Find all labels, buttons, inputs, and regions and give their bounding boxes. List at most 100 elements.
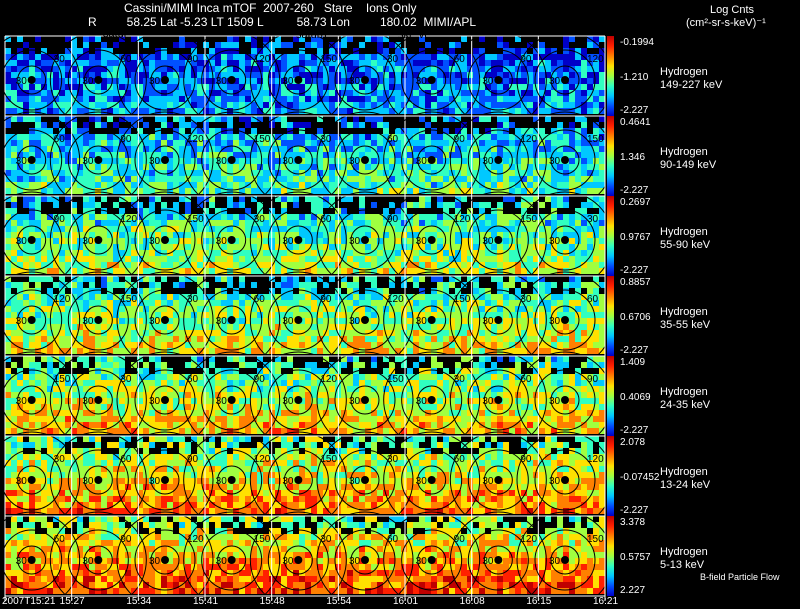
ring-label: 30: [149, 316, 161, 327]
heatmap-cell: [143, 348, 149, 354]
heatmap-cell: [563, 362, 569, 368]
heatmap-cell: [41, 250, 47, 256]
heatmap-cell: [101, 134, 107, 140]
heatmap-cell: [545, 196, 551, 202]
heatmap-cell: [479, 348, 485, 354]
heatmap-cell: [167, 176, 173, 182]
heatmap-cell: [587, 238, 593, 244]
heatmap-cell: [503, 300, 509, 306]
heatmap-cell: [503, 294, 509, 300]
heatmap-cell: [209, 202, 215, 208]
heatmap-cell: [77, 108, 83, 114]
planet-marker: [361, 316, 369, 324]
heatmap-cell: [161, 122, 167, 128]
heatmap-cell: [563, 134, 569, 140]
heatmap-cell: [119, 312, 125, 318]
planet-marker: [161, 76, 169, 84]
heatmap-cell: [377, 220, 383, 226]
heatmap-cell: [239, 78, 245, 84]
heatmap-cell: [593, 96, 599, 102]
heatmap-cell: [113, 268, 119, 274]
heatmap-cell: [479, 36, 485, 42]
heatmap-cell: [569, 318, 575, 324]
heatmap-cell: [287, 134, 293, 140]
heatmap-cell: [191, 96, 197, 102]
heatmap-cell: [431, 54, 437, 60]
heatmap-cell: [113, 42, 119, 48]
heatmap-cell: [503, 140, 509, 146]
heatmap-cell: [29, 368, 35, 374]
heatmap-cell: [143, 268, 149, 274]
heatmap-cell: [347, 306, 353, 312]
heatmap-cell: [203, 84, 209, 90]
heatmap-cell: [581, 84, 587, 90]
heatmap-cell: [539, 202, 545, 208]
heatmap-cell: [437, 318, 443, 324]
heatmap-cell: [47, 324, 53, 330]
energy-row: 3060309030120301503030306030903012030150: [0, 111, 614, 209]
heatmap-cell: [95, 176, 101, 182]
heatmap-cell: [35, 102, 41, 108]
heatmap-cell: [29, 188, 35, 194]
heatmap-cell: [599, 146, 605, 152]
heatmap-cell: [251, 72, 257, 78]
heatmap-cell: [431, 256, 437, 262]
heatmap-cell: [293, 102, 299, 108]
heatmap-cell: [539, 318, 545, 324]
heatmap-cell: [53, 188, 59, 194]
heatmap-cell: [365, 188, 371, 194]
heatmap-cell: [53, 78, 59, 84]
heatmap-cell: [191, 348, 197, 354]
heatmap-cell: [563, 54, 569, 60]
heatmap-cell: [521, 238, 527, 244]
heatmap-cell: [479, 170, 485, 176]
heatmap-cell: [503, 164, 509, 170]
heatmap-cell: [515, 318, 521, 324]
heatmap-cell: [95, 54, 101, 60]
heatmap-cell: [29, 268, 35, 274]
heatmap-cell: [551, 362, 557, 368]
heatmap-cell: [491, 362, 497, 368]
heatmap-cell: [275, 102, 281, 108]
heatmap-cell: [599, 306, 605, 312]
heatmap-cell: [161, 330, 167, 336]
heatmap-cell: [221, 342, 227, 348]
heatmap-cell: [179, 348, 185, 354]
heatmap-cell: [557, 300, 563, 306]
heatmap-cell: [497, 202, 503, 208]
heatmap-cell: [161, 294, 167, 300]
heatmap-cell: [443, 140, 449, 146]
heatmap-cell: [119, 324, 125, 330]
heatmap-cell: [167, 60, 173, 66]
heatmap-cell: [521, 72, 527, 78]
heatmap-cell: [245, 336, 251, 342]
ring-label: 150: [454, 294, 471, 305]
ring-label: 30: [549, 236, 561, 247]
heatmap-cell: [233, 60, 239, 66]
heatmap-cell: [83, 90, 89, 96]
heatmap-cell: [563, 102, 569, 108]
heatmap-cell: [53, 158, 59, 164]
heatmap-cell: [599, 312, 605, 318]
heatmap-cell: [431, 84, 437, 90]
heatmap-cell: [563, 256, 569, 262]
heatmap-cell: [569, 72, 575, 78]
heatmap-cell: [215, 176, 221, 182]
ring-label: 30: [482, 316, 494, 327]
heatmap-cell: [41, 60, 47, 66]
heatmap-cell: [539, 102, 545, 108]
heatmap-cell: [293, 96, 299, 102]
ring-label: 30: [349, 156, 361, 167]
heatmap-cell: [59, 262, 65, 268]
planet-marker: [161, 156, 169, 164]
heatmap-cell: [377, 140, 383, 146]
heatmap-cell: [365, 256, 371, 262]
heatmap-cell: [431, 182, 437, 188]
heatmap-cell: [443, 336, 449, 342]
heatmap-cell: [29, 214, 35, 220]
heatmap-cell: [113, 188, 119, 194]
heatmap-cell: [545, 220, 551, 226]
heatmap-cell: [227, 282, 233, 288]
heatmap-cell: [281, 300, 287, 306]
heatmap-cell: [131, 60, 137, 66]
